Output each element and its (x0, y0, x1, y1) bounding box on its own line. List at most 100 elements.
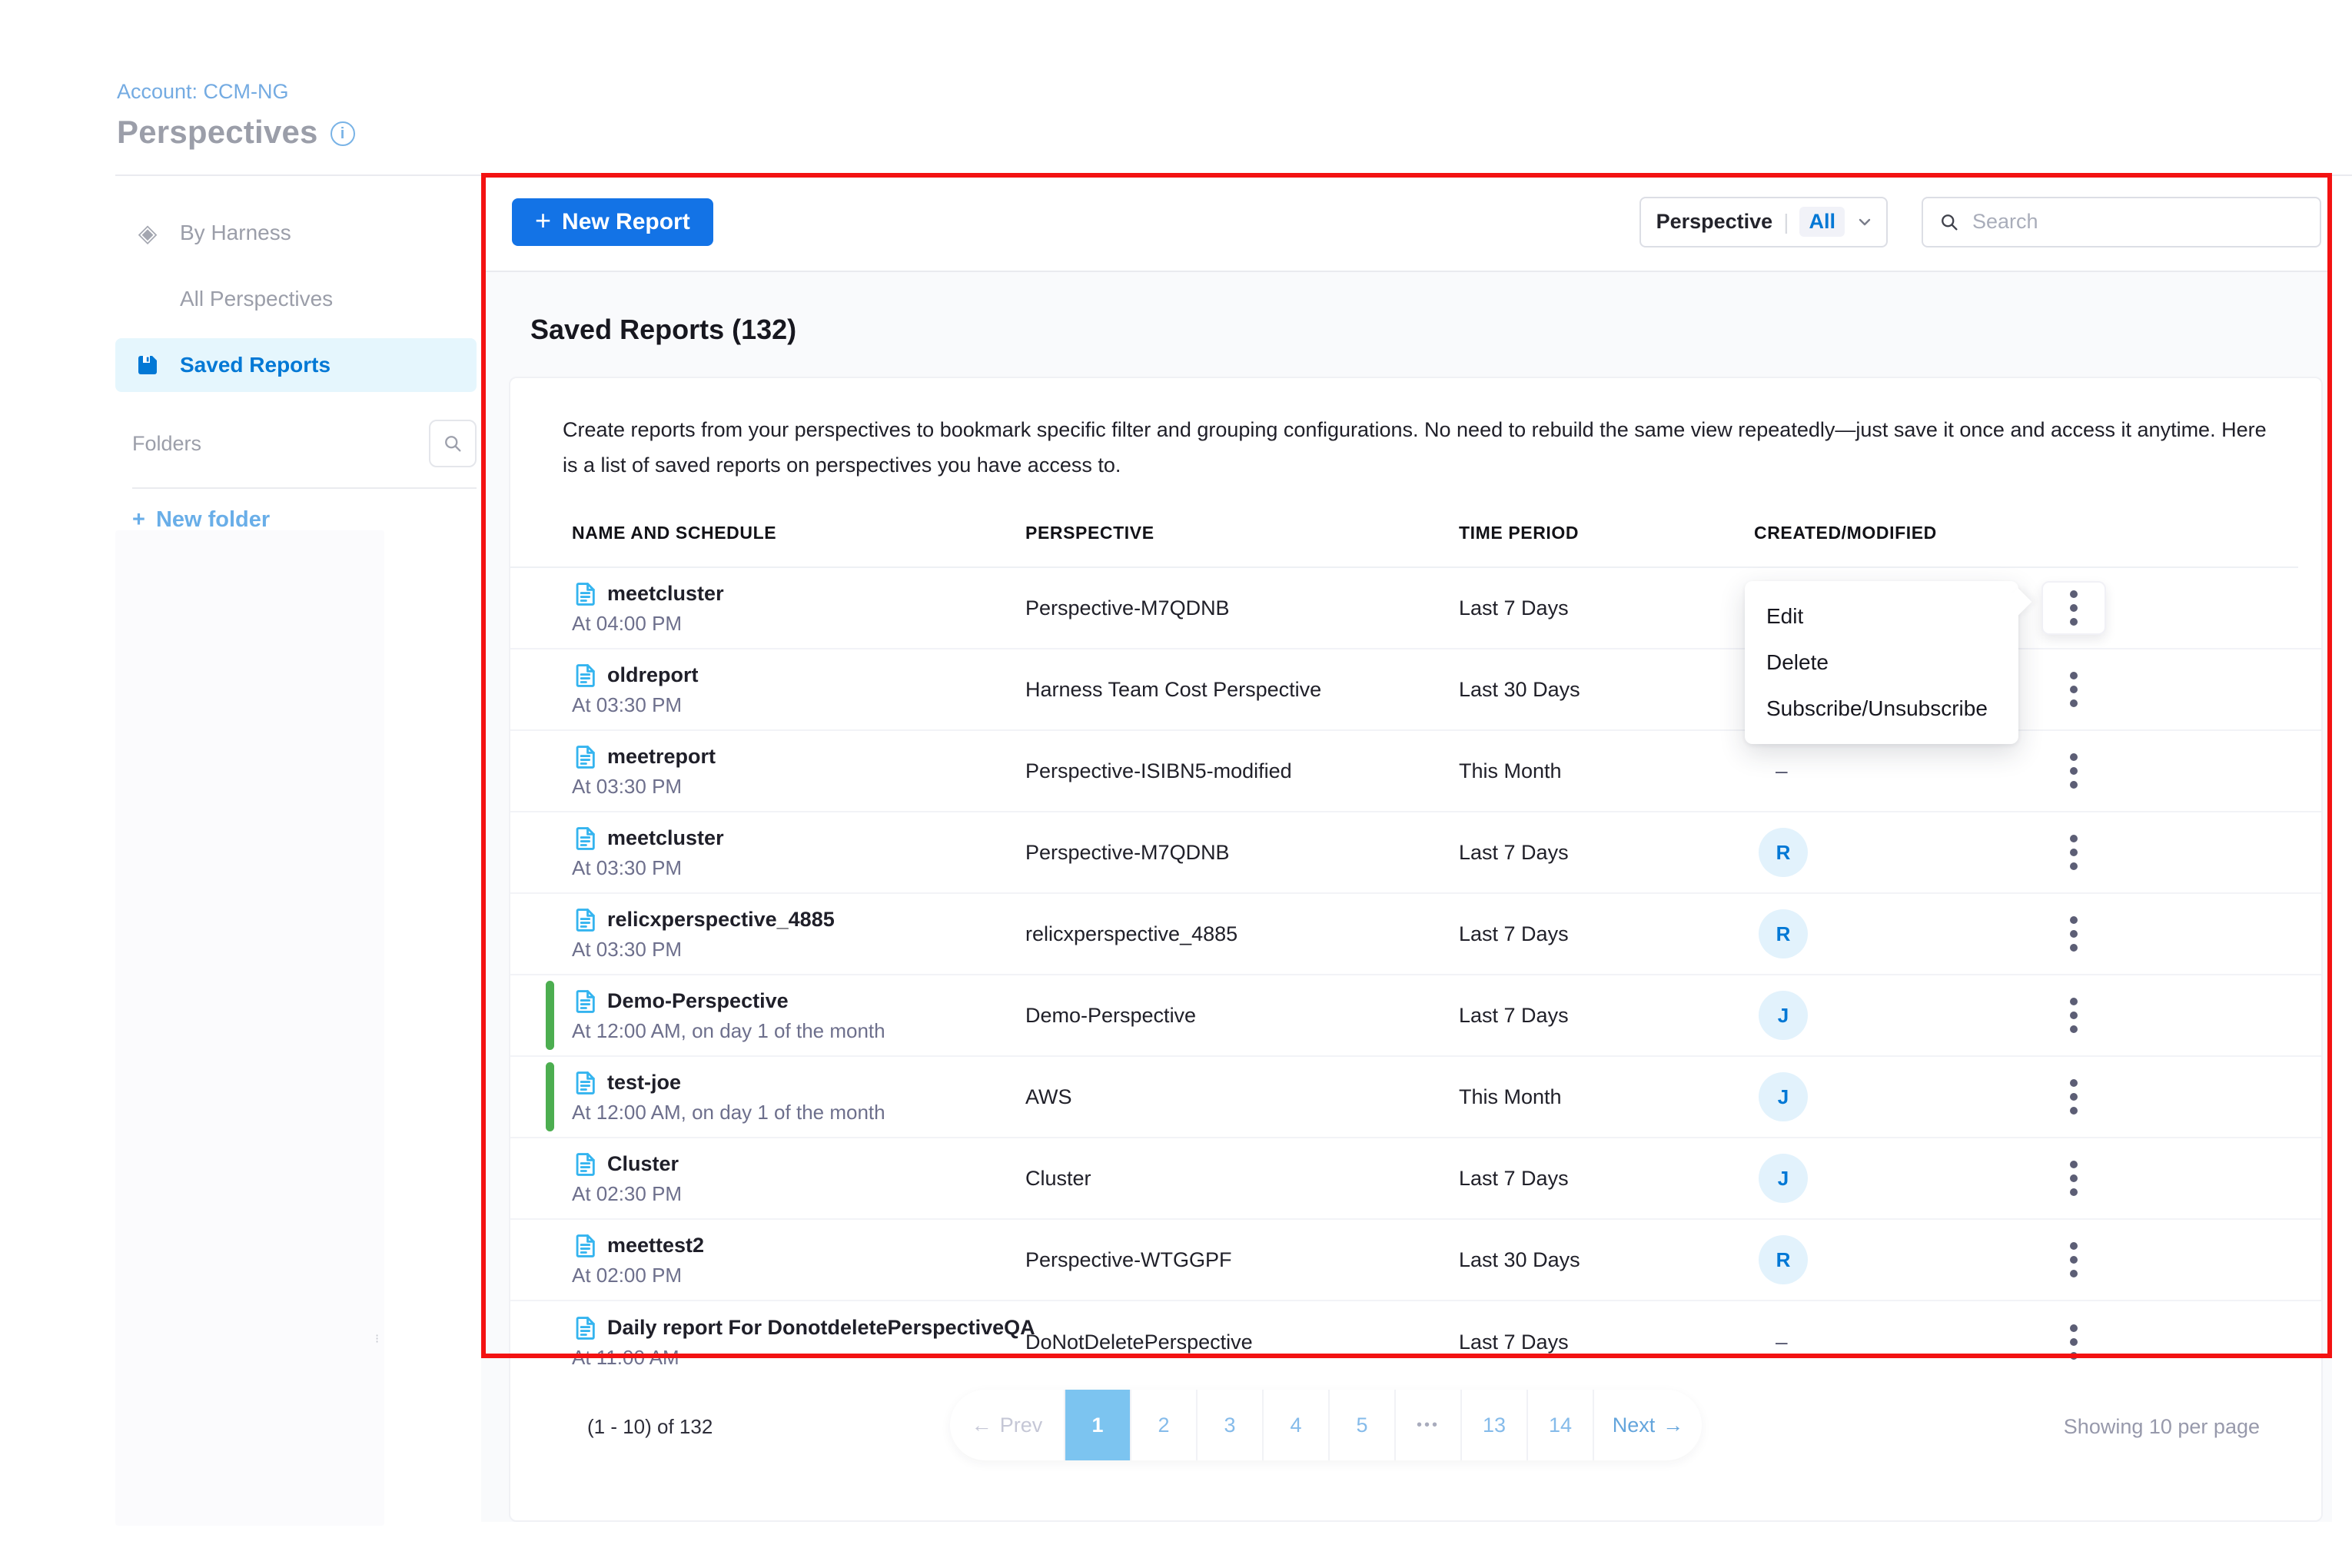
pagination-page-5[interactable]: 5 (1330, 1390, 1396, 1460)
row-menu-button[interactable] (2041, 1070, 2106, 1124)
time-period-cell: This Month (1459, 1085, 1754, 1109)
row-menu-button[interactable] (2041, 1151, 2106, 1205)
kebab-icon (2070, 672, 2078, 707)
context-menu-item-edit[interactable]: Edit (1745, 593, 2018, 639)
report-schedule: At 03:30 PM (572, 938, 1025, 962)
table-row[interactable]: oldreport At 03:30 PM Harness Team Cost … (510, 649, 2321, 731)
new-folder-button[interactable]: + New folder (132, 507, 477, 533)
panel-resize-handle[interactable]: ⁝ (375, 1336, 383, 1353)
info-icon[interactable]: i (331, 121, 355, 146)
name-and-schedule-cell: meetcluster At 04:00 PM (572, 581, 1025, 636)
time-period-cell: Last 7 Days (1459, 596, 1754, 620)
row-menu-button[interactable] (2041, 1233, 2106, 1287)
pager: ←Prev12345•••1314Next→ (950, 1390, 1702, 1460)
time-period-cell: This Month (1459, 759, 1754, 783)
row-context-menu: EditDeleteSubscribe/Unsubscribe (1745, 581, 2018, 744)
save-icon (132, 351, 163, 379)
perspective-cell: Perspective-WTGGPF (1025, 1248, 1459, 1272)
name-and-schedule-cell: oldreport At 03:30 PM (572, 663, 1025, 717)
plus-icon: + (132, 507, 145, 533)
perspective-filter-dropdown[interactable]: Perspective | All (1639, 197, 1888, 247)
sidebar-item-saved-reports[interactable]: Saved Reports (115, 338, 477, 392)
pagination-ellipsis: ••• (1396, 1390, 1462, 1460)
created-modified-cell: R (1754, 909, 2023, 958)
table-row[interactable]: relicxperspective_4885 At 03:30 PM relic… (510, 894, 2321, 975)
perspectives-page: Account: CCM-NG Perspectives i ◈ By Harn… (0, 0, 2352, 1568)
filter-value-badge: All (1799, 207, 1845, 237)
kebab-icon (2070, 590, 2078, 626)
main-toolbar: + New Report Perspective | All (481, 173, 2332, 272)
name-and-schedule-cell: Daily report For DonotdeletePerspectiveQ… (572, 1315, 1025, 1370)
search-icon (1938, 211, 1960, 233)
new-report-button[interactable]: + New Report (512, 198, 713, 246)
grid-icon (132, 286, 163, 312)
kebab-icon (2070, 1242, 2078, 1277)
table-header-row: NAME AND SCHEDULE PERSPECTIVE TIME PERIO… (572, 523, 2298, 543)
context-menu-item-delete[interactable]: Delete (1745, 639, 2018, 686)
table-row[interactable]: test-joe At 12:00 AM, on day 1 of the mo… (510, 1057, 2321, 1138)
report-name: relicxperspective_4885 (607, 908, 835, 932)
table-row[interactable]: meetcluster At 03:30 PM Perspective-M7QD… (510, 812, 2321, 894)
folder-search-button[interactable] (429, 420, 477, 467)
report-schedule: At 03:30 PM (572, 775, 1025, 799)
report-schedule: At 03:30 PM (572, 693, 1025, 717)
sidebar-skeleton-panel (115, 530, 384, 1526)
perspective-cell: relicxperspective_4885 (1025, 922, 1459, 946)
sidebar: ◈ By Harness All Perspectives Saved Repo… (115, 206, 477, 533)
report-name: meetreport (607, 745, 716, 769)
pagination-page-4[interactable]: 4 (1264, 1390, 1330, 1460)
pagination-page-3[interactable]: 3 (1198, 1390, 1264, 1460)
table-row[interactable]: meetreport At 03:30 PM Perspective-ISIBN… (510, 731, 2321, 812)
created-modified-cell: R (1754, 828, 2023, 877)
sidebar-item-by-harness[interactable]: ◈ By Harness (115, 206, 477, 260)
column-header-perspective: PERSPECTIVE (1025, 523, 1459, 543)
pagination-page-2[interactable]: 2 (1131, 1390, 1198, 1460)
perspective-cell: Perspective-ISIBN5-modified (1025, 759, 1459, 783)
report-schedule: At 03:30 PM (572, 856, 1025, 880)
perspective-cell: DoNotDeletePerspective (1025, 1330, 1459, 1354)
per-page-label: Showing 10 per page (2064, 1415, 2260, 1439)
search-icon (442, 433, 463, 454)
report-name: Demo-Perspective (607, 989, 789, 1013)
table-row[interactable]: Daily report For DonotdeletePerspectiveQ… (510, 1301, 2321, 1383)
table-row[interactable]: Cluster At 02:30 PM Cluster Last 7 Days … (510, 1138, 2321, 1220)
time-period-cell: Last 7 Days (1459, 922, 1754, 946)
creator-avatar: J (1759, 1154, 1808, 1203)
created-modified-cell: J (1754, 991, 2023, 1040)
sidebar-item-all-perspectives[interactable]: All Perspectives (115, 272, 477, 326)
pagination-next-button[interactable]: Next→ (1594, 1390, 1702, 1460)
pagination-page-14[interactable]: 14 (1528, 1390, 1594, 1460)
name-and-schedule-cell: relicxperspective_4885 At 03:30 PM (572, 907, 1025, 962)
saved-reports-heading: Saved Reports (132) (530, 314, 796, 346)
pagination-page-13[interactable]: 13 (1462, 1390, 1528, 1460)
account-breadcrumb-link[interactable]: Account: CCM-NG (117, 80, 289, 104)
report-document-icon (572, 1070, 598, 1096)
context-menu-item-subscribe-unsubscribe[interactable]: Subscribe/Unsubscribe (1745, 686, 2018, 732)
row-menu-button[interactable] (2041, 581, 2106, 635)
table-row[interactable]: Demo-Perspective At 12:00 AM, on day 1 o… (510, 975, 2321, 1057)
kebab-icon (2070, 998, 2078, 1033)
row-menu-button[interactable] (2041, 826, 2106, 879)
perspective-cell: Demo-Perspective (1025, 1004, 1459, 1028)
perspective-cell: Perspective-M7QDNB (1025, 841, 1459, 865)
creator-avatar: R (1759, 1235, 1808, 1284)
table-row[interactable]: meettest2 At 02:00 PM Perspective-WTGGPF… (510, 1220, 2321, 1301)
pagination-prev-button[interactable]: ←Prev (950, 1390, 1065, 1460)
row-menu-button[interactable] (2041, 1315, 2106, 1369)
search-input[interactable] (1972, 210, 2304, 234)
arrow-right-icon: → (1663, 1414, 1683, 1437)
row-menu-button[interactable] (2041, 907, 2106, 961)
table-row[interactable]: meetcluster At 04:00 PM Perspective-M7QD… (510, 568, 2321, 649)
name-and-schedule-cell: Demo-Perspective At 12:00 AM, on day 1 o… (572, 988, 1025, 1043)
time-period-cell: Last 30 Days (1459, 1248, 1754, 1272)
created-empty-dash: – (1776, 759, 1788, 783)
card-description: Create reports from your perspectives to… (563, 412, 2267, 483)
pagination-page-1[interactable]: 1 (1065, 1390, 1131, 1460)
perspective-cell: Cluster (1025, 1167, 1459, 1191)
created-empty-dash: – (1776, 1330, 1788, 1354)
row-menu-button[interactable] (2041, 744, 2106, 798)
row-menu-button[interactable] (2041, 988, 2106, 1042)
row-menu-button[interactable] (2041, 663, 2106, 716)
harness-diamond-icon: ◈ (132, 221, 163, 245)
time-period-cell: Last 7 Days (1459, 1330, 1754, 1354)
